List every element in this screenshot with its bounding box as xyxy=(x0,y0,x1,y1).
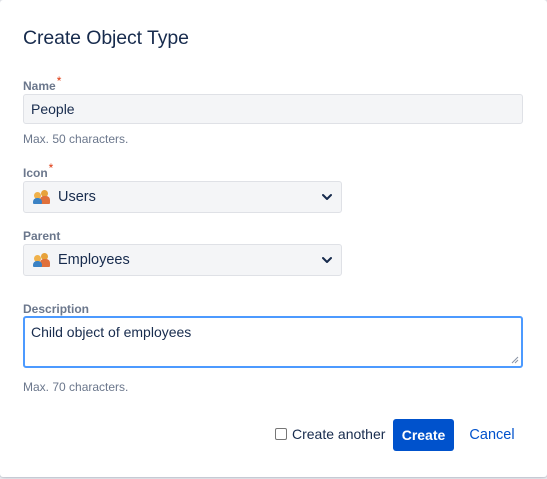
description-textarea[interactable]: Child object of employees xyxy=(23,316,523,368)
name-label: Name xyxy=(23,79,56,93)
create-object-type-dialog: Create Object Type Name* People Max. 50 … xyxy=(0,0,547,477)
chevron-down-icon xyxy=(322,257,332,263)
parent-label: Parent xyxy=(23,229,61,243)
icon-select-value: Users xyxy=(58,189,96,205)
icon-select[interactable]: Users xyxy=(23,181,342,213)
icon-required-mark: * xyxy=(48,161,54,175)
create-another-label: Create another xyxy=(292,426,386,442)
users-icon xyxy=(33,190,50,204)
create-button[interactable]: Create xyxy=(393,419,454,451)
parent-select[interactable]: Employees xyxy=(23,244,342,276)
description-value: Child object of employees xyxy=(31,324,192,340)
resize-handle-icon[interactable] xyxy=(511,356,519,364)
name-input-value: People xyxy=(31,101,75,117)
name-label-row: Name* xyxy=(23,74,61,93)
create-another-checkbox[interactable] xyxy=(275,428,287,440)
description-label: Description xyxy=(23,302,90,316)
name-required-mark: * xyxy=(56,74,62,88)
name-input[interactable]: People xyxy=(23,94,523,124)
parent-select-value: Employees xyxy=(58,252,130,268)
icon-label-row: Icon* xyxy=(23,161,53,180)
chevron-down-icon xyxy=(322,194,332,200)
description-help-text: Max. 70 characters. xyxy=(23,380,129,394)
create-another-option[interactable]: Create another xyxy=(275,426,385,442)
icon-label: Icon xyxy=(23,166,48,180)
users-icon xyxy=(33,253,50,267)
name-help-text: Max. 50 characters. xyxy=(23,132,129,146)
cancel-button[interactable]: Cancel xyxy=(462,419,522,451)
dialog-title: Create Object Type xyxy=(23,27,189,49)
